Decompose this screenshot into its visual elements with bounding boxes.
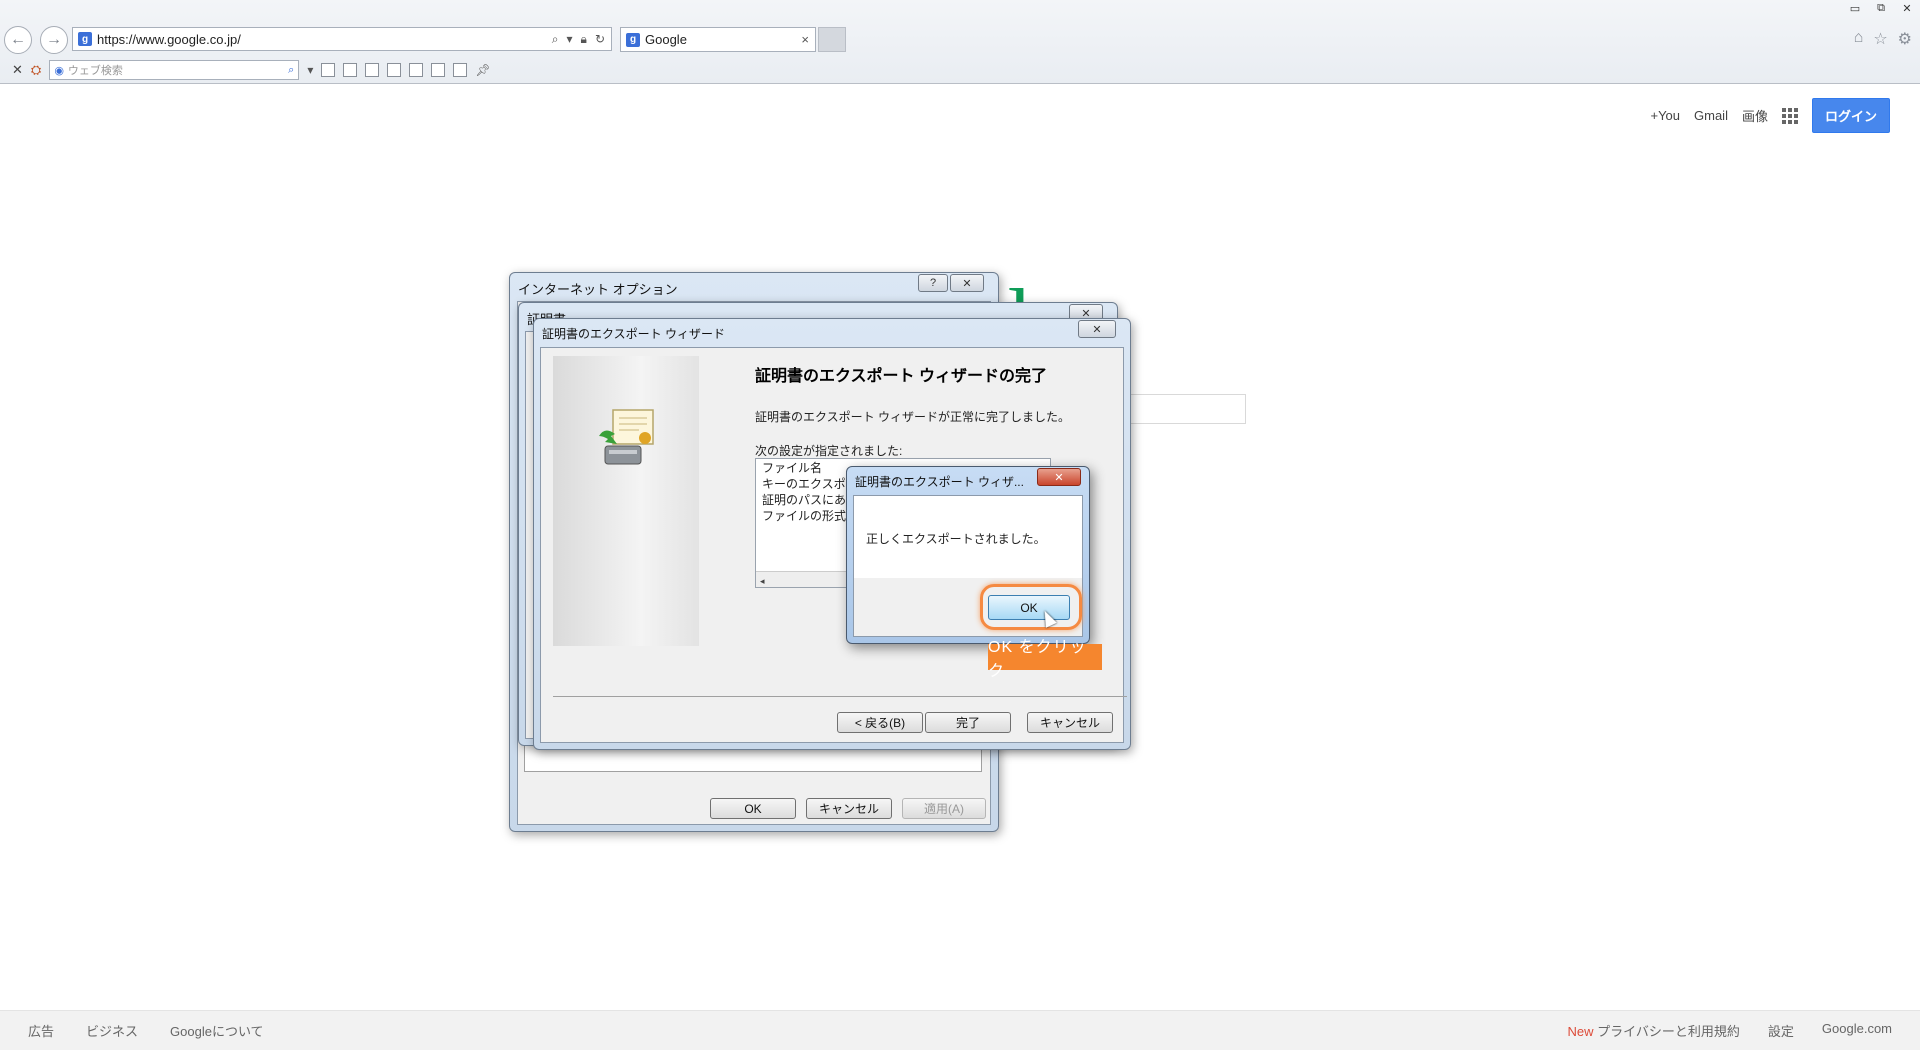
monitor-icon[interactable] [431, 63, 446, 77]
close-button[interactable]: ✕ [1078, 320, 1116, 338]
arrow-right-icon: → [46, 31, 62, 48]
cancel-button[interactable]: キャンセル [806, 798, 892, 819]
footer-link-business[interactable]: ビジネス [86, 1021, 138, 1040]
certificate-export-icon [599, 409, 654, 465]
web-search-input[interactable]: ◉ ウェブ検索 ⌕ [49, 60, 300, 80]
favorites-star-icon[interactable]: ☆ [1873, 29, 1887, 49]
google-favicon-icon: g [626, 32, 640, 47]
addon-icon[interactable]: ⛭ [31, 62, 41, 78]
forward-button[interactable]: → [40, 26, 68, 54]
google-favicon-icon: g [78, 32, 92, 46]
wizard-title: 証明書のエクスポート ウィザード [542, 327, 725, 341]
address-bar[interactable]: g https://www.google.co.jp/ ⌕ ▾ 🔒︎ ↻ [72, 27, 612, 51]
new-badge: New [1567, 1024, 1594, 1039]
search-icon[interactable]: ⌕ [552, 32, 559, 47]
web-search-placeholder: ウェブ検索 [67, 65, 123, 77]
browser-chrome: ← → g https://www.google.co.jp/ ⌕ ▾ 🔒︎ ↻… [0, 0, 1920, 84]
gmail-link[interactable]: Gmail [1694, 108, 1728, 123]
close-toolbar-icon[interactable]: ✕ [12, 62, 23, 78]
wizard-sidebar [553, 356, 699, 646]
plus-you-link[interactable]: +You [1650, 108, 1680, 123]
windows-icon[interactable] [409, 63, 424, 77]
cancel-button[interactable]: キャンセル [1027, 712, 1113, 733]
message-box-title: 証明書のエクスポート ウィザ... [855, 475, 1024, 489]
window-icon[interactable] [387, 63, 402, 77]
close-tab-icon[interactable]: × [801, 32, 809, 47]
gear-icon[interactable]: ⚙ [1898, 29, 1912, 49]
tab-title: Google [645, 32, 687, 47]
search-icon[interactable]: ⌕ [288, 64, 294, 77]
apply-button[interactable]: 適用(A) [902, 798, 986, 819]
new-tab-button[interactable] [818, 27, 846, 52]
url-text[interactable]: https://www.google.co.jp/ [97, 32, 241, 47]
close-button[interactable]: ✕ [1037, 468, 1081, 486]
refresh-icon[interactable]: ↻ [595, 32, 605, 47]
message-area: 正しくエクスポートされました。 [854, 496, 1082, 578]
dialog-title: インターネット オプション [518, 282, 678, 297]
pin-icon[interactable]: 📌︎ [475, 63, 490, 77]
footer-link-ads[interactable]: 広告 [28, 1021, 54, 1040]
footer-link-google-com[interactable]: Google.com [1822, 1021, 1892, 1040]
divider [553, 696, 1127, 697]
message-text: 正しくエクスポートされました。 [866, 532, 1046, 546]
window-controls: ▭ ⧉ ✕ [1842, 0, 1920, 16]
page-icon[interactable] [321, 63, 336, 77]
search-dropdown-icon[interactable]: ▾ [307, 63, 313, 77]
ok-button[interactable]: OK [710, 798, 796, 819]
footer-link-privacy[interactable]: New プライバシーと利用規約 [1568, 1021, 1740, 1040]
back-button[interactable]: ← [4, 26, 32, 54]
wizard-description: 証明書のエクスポート ウィザードが正常に完了しました。 [755, 410, 1070, 424]
command-toolbar: ✕ ⛭ ◉ ウェブ検索 ⌕ ▾ 📌︎ [0, 56, 1920, 84]
lock-icon[interactable]: 🔒︎ [581, 32, 587, 47]
minimize-button[interactable]: ▭ [1842, 0, 1868, 16]
google-header: +You Gmail 画像 ログイン [1650, 98, 1920, 133]
ok-highlight-ring [980, 584, 1082, 630]
list-icon[interactable] [365, 63, 380, 77]
apps-grid-icon[interactable] [1781, 107, 1798, 124]
back-button[interactable]: < 戻る(B) [837, 712, 923, 733]
restore-button[interactable]: ⧉ [1868, 0, 1894, 16]
document-icon[interactable] [343, 63, 358, 77]
arrow-left-icon: ← [10, 31, 26, 48]
wizard-heading: 証明書のエクスポート ウィザードの完了 [755, 368, 1047, 385]
login-button[interactable]: ログイン [1811, 98, 1890, 133]
finish-button[interactable]: 完了 [925, 712, 1011, 733]
close-window-button[interactable]: ✕ [1894, 0, 1920, 16]
dropdown-icon[interactable]: ▾ [567, 32, 573, 47]
screen-icon[interactable] [453, 63, 468, 77]
close-button[interactable]: ✕ [950, 274, 984, 292]
tab-google[interactable]: g Google × [620, 27, 816, 52]
images-link[interactable]: 画像 [1742, 106, 1768, 125]
help-button[interactable]: ? [918, 274, 948, 292]
globe-icon: ◉ [54, 64, 64, 77]
scroll-left-icon[interactable]: ◂ [756, 576, 765, 586]
footer-link-about[interactable]: Googleについて [170, 1021, 264, 1040]
home-icon[interactable]: ⌂ [1854, 29, 1864, 49]
footer-link-settings[interactable]: 設定 [1768, 1021, 1794, 1040]
browser-tools: ⌂ ☆ ⚙ [1854, 29, 1912, 49]
google-footer: 広告 ビジネス Googleについて New プライバシーと利用規約 設定 Go… [0, 1010, 1920, 1050]
instruction-callout: OK をクリック [988, 639, 1102, 680]
footer-privacy-label: プライバシーと利用規約 [1597, 1024, 1740, 1039]
settings-label: 次の設定が指定されました: [755, 444, 903, 458]
